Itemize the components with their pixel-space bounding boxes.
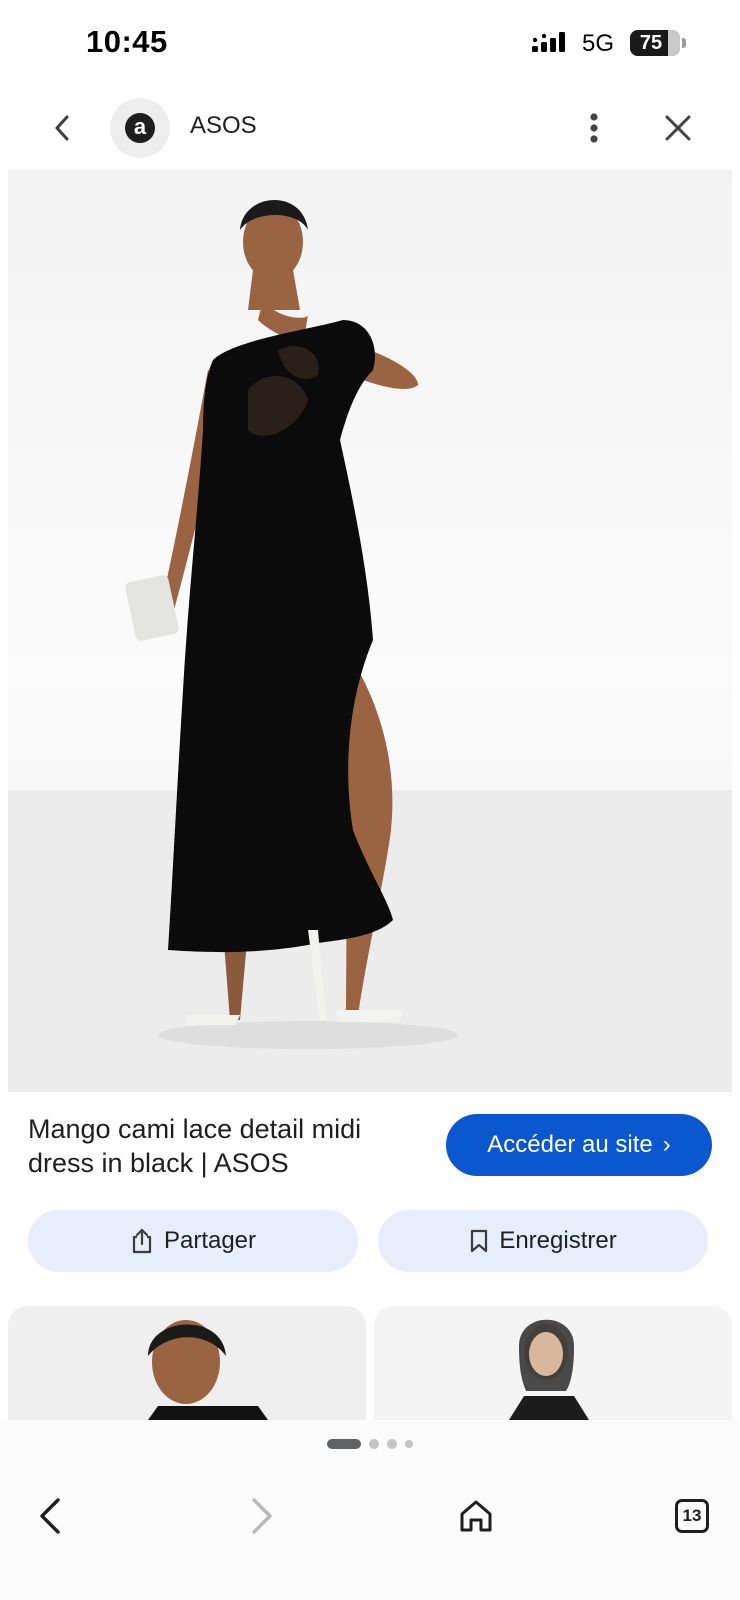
site-logo[interactable]: a xyxy=(110,98,170,158)
share-button[interactable]: Partager xyxy=(28,1210,358,1272)
browser-back-button[interactable] xyxy=(20,1486,80,1546)
tabs-button[interactable]: 13 xyxy=(662,1486,722,1546)
page-indicator xyxy=(0,1438,740,1450)
related-thumbnail-1 xyxy=(8,1306,366,1420)
close-button[interactable] xyxy=(656,106,700,150)
site-logo-letter: a xyxy=(125,113,155,143)
signal-icon xyxy=(532,32,565,52)
back-button[interactable] xyxy=(40,106,84,150)
home-button[interactable] xyxy=(446,1486,506,1546)
visit-site-button[interactable]: Accéder au site › xyxy=(446,1114,712,1176)
battery-nub xyxy=(682,38,686,48)
status-time: 10:45 xyxy=(86,24,168,59)
arrow-forward-icon xyxy=(252,1498,272,1534)
app-screen: 10:45 5G 75 a ASOS Mango cami lace detai… xyxy=(0,0,740,1600)
share-icon xyxy=(132,1228,152,1254)
more-options-button[interactable] xyxy=(572,106,616,150)
network-label: 5G xyxy=(582,30,615,57)
page-dot xyxy=(405,1440,413,1448)
tab-count: 13 xyxy=(682,1506,702,1525)
product-title: Mango cami lace detail midi dress in bla… xyxy=(28,1114,362,1178)
close-icon xyxy=(665,115,691,141)
related-thumbnail-2 xyxy=(374,1306,732,1420)
battery-icon: 75 xyxy=(630,30,680,56)
model-dress-illustration xyxy=(8,199,732,1092)
share-label: Partager xyxy=(163,1227,257,1254)
site-name[interactable]: ASOS xyxy=(190,112,257,140)
page-dot xyxy=(369,1439,379,1449)
chevron-right-icon: › xyxy=(662,1131,671,1158)
bottom-navigation: 13 xyxy=(0,1420,740,1600)
browser-forward-button[interactable] xyxy=(232,1486,292,1546)
chevron-left-icon xyxy=(55,115,69,141)
product-image[interactable] xyxy=(8,170,732,1092)
page-dot-active xyxy=(327,1439,361,1449)
viewer-header: a ASOS xyxy=(0,88,740,172)
page-dot xyxy=(387,1439,397,1449)
related-image[interactable] xyxy=(8,1306,366,1420)
status-bar: 10:45 5G 75 xyxy=(0,0,740,88)
save-label: Enregistrer xyxy=(499,1227,617,1254)
home-icon xyxy=(460,1500,492,1532)
related-image[interactable] xyxy=(374,1306,732,1420)
arrow-back-icon xyxy=(40,1498,60,1534)
battery-level: 75 xyxy=(639,32,663,54)
tabs-icon: 13 xyxy=(675,1499,709,1533)
bookmark-icon xyxy=(471,1229,488,1253)
save-button[interactable]: Enregistrer xyxy=(378,1210,708,1272)
visit-site-label: Accéder au site xyxy=(487,1131,653,1158)
more-vert-icon xyxy=(590,113,598,143)
